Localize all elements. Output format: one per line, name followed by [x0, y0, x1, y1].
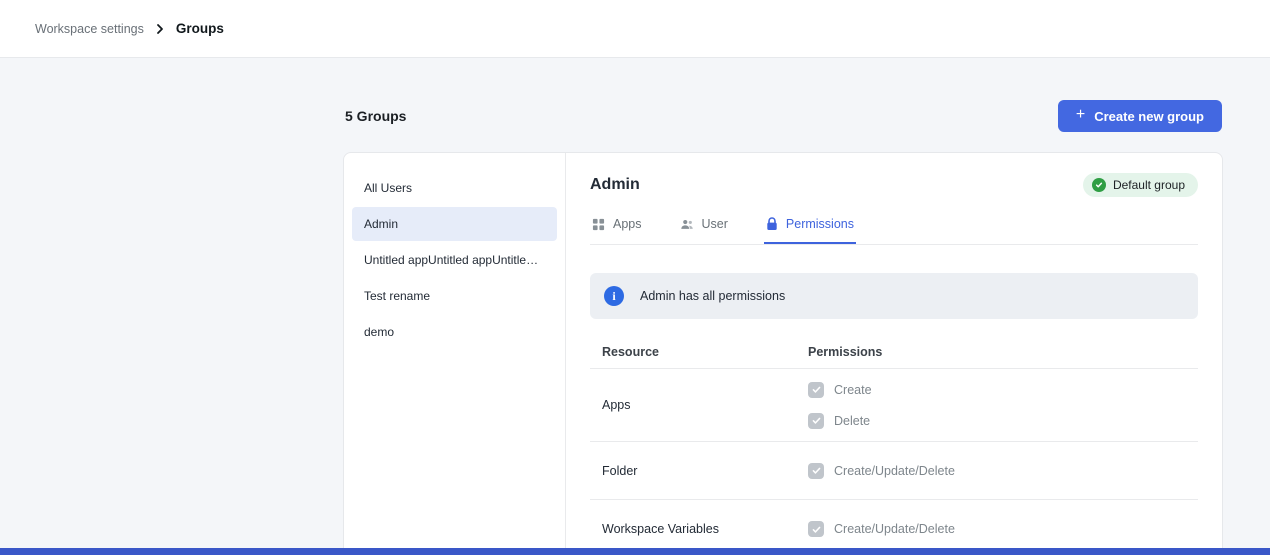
create-checkbox[interactable]	[808, 382, 824, 398]
groups-count-label: 5 Groups	[345, 108, 406, 124]
app-header: Workspace settings Groups	[0, 0, 1270, 58]
detail-tabs: Apps User	[590, 213, 1198, 245]
workspace-variables-cud-checkbox[interactable]	[808, 521, 824, 537]
delete-checkbox-label: Delete	[834, 414, 870, 428]
breadcrumb-workspace-settings[interactable]: Workspace settings	[35, 22, 144, 36]
grid-icon	[592, 218, 605, 231]
group-item-test-rename[interactable]: Test rename	[352, 279, 557, 313]
group-item-untitled-app[interactable]: Untitled appUntitled appUntitle…	[352, 243, 557, 277]
info-icon: i	[604, 286, 624, 306]
folder-cud-label: Create/Update/Delete	[834, 464, 955, 478]
resource-column-header: Resource	[590, 345, 808, 359]
chevron-right-icon	[154, 23, 166, 35]
groups-card: All Users Admin Untitled appUntitled app…	[343, 152, 1223, 555]
permissions-table: Resource Permissions Apps Create	[590, 337, 1198, 555]
create-new-group-button[interactable]: + Create new group	[1058, 100, 1222, 132]
tab-user-label: User	[702, 217, 728, 231]
check-circle-icon	[1092, 178, 1106, 192]
table-header-row: Resource Permissions	[590, 337, 1198, 369]
folder-cud-checkbox[interactable]	[808, 463, 824, 479]
resource-label: Apps	[590, 374, 808, 436]
users-icon	[680, 218, 694, 231]
default-group-badge: Default group	[1083, 173, 1198, 197]
tab-apps[interactable]: Apps	[590, 213, 644, 244]
plus-icon: +	[1076, 107, 1085, 123]
group-item-demo[interactable]: demo	[352, 315, 557, 349]
breadcrumb-groups: Groups	[176, 21, 224, 36]
detail-header: Admin Default group	[590, 173, 1198, 197]
create-checkbox-label: Create	[834, 383, 872, 397]
group-detail-panel: Admin Default group Apps	[566, 153, 1222, 554]
tab-permissions[interactable]: Permissions	[764, 213, 856, 244]
group-title: Admin	[590, 176, 640, 194]
lock-icon	[766, 217, 778, 231]
resource-label: Folder	[590, 442, 808, 499]
workspace-variables-cud-label: Create/Update/Delete	[834, 522, 955, 536]
badge-label: Default group	[1113, 178, 1185, 192]
permissions-column-header: Permissions	[808, 345, 1198, 359]
tab-apps-label: Apps	[613, 217, 642, 231]
table-row-apps: Apps Create Delete	[590, 369, 1198, 442]
permissions-info-banner: i Admin has all permissions	[590, 273, 1198, 319]
banner-text: Admin has all permissions	[640, 289, 785, 303]
bottom-bar	[0, 548, 1270, 555]
table-row-workspace-variables: Workspace Variables Create/Update/Delete	[590, 500, 1198, 555]
delete-checkbox[interactable]	[808, 413, 824, 429]
group-item-all-users[interactable]: All Users	[352, 171, 557, 205]
table-row-folder: Folder Create/Update/Delete	[590, 442, 1198, 500]
tab-user[interactable]: User	[678, 213, 730, 244]
tab-permissions-label: Permissions	[786, 217, 854, 231]
resource-label: Workspace Variables	[590, 500, 808, 555]
group-item-admin[interactable]: Admin	[352, 207, 557, 241]
group-list: All Users Admin Untitled appUntitled app…	[344, 153, 566, 554]
create-button-label: Create new group	[1094, 109, 1204, 124]
